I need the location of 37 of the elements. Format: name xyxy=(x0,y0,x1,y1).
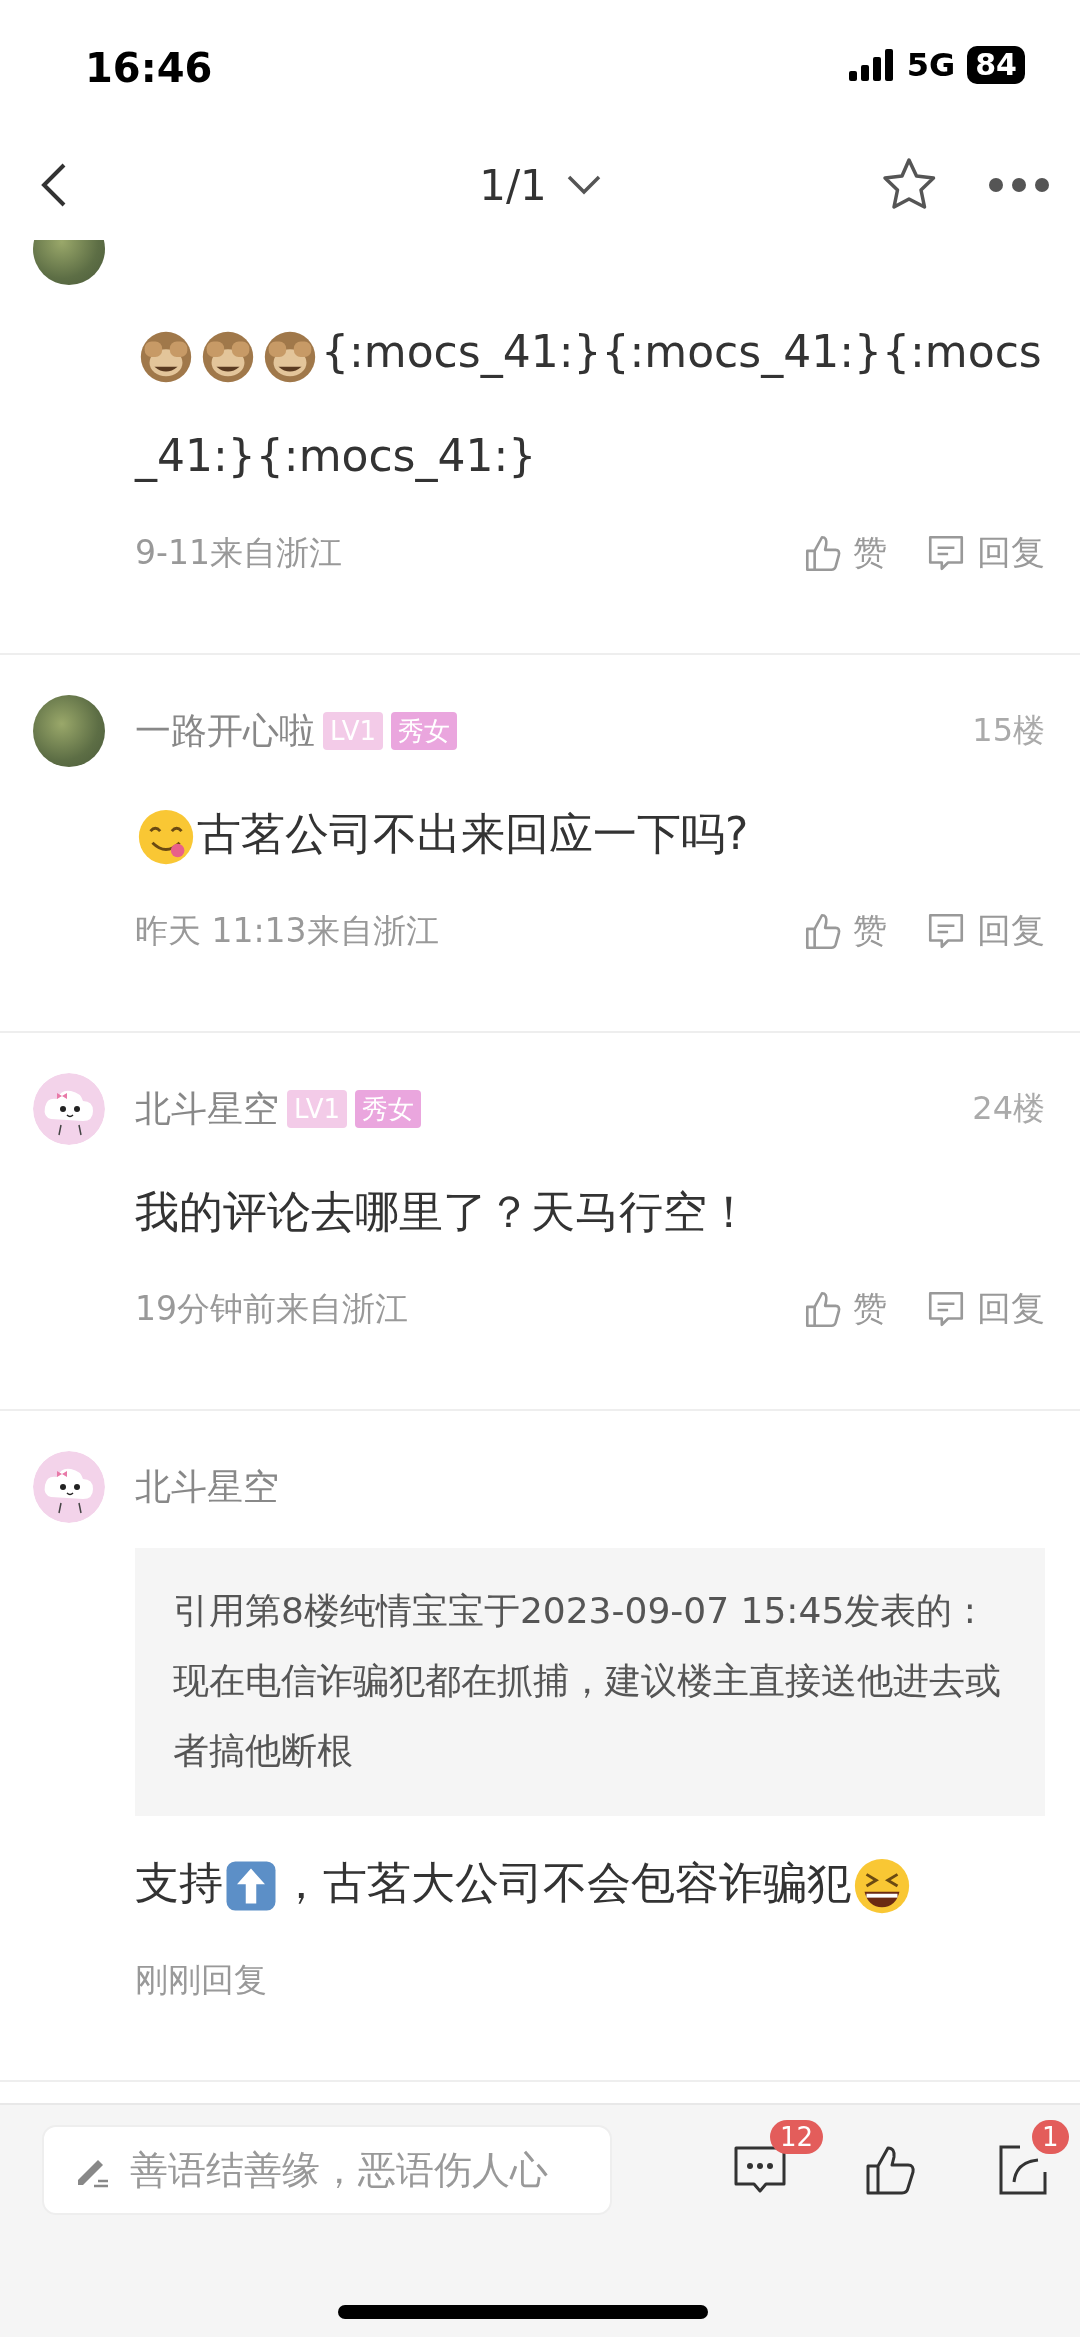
like-button[interactable]: 赞 xyxy=(801,530,887,576)
user-name[interactable]: 一路开心啦 xyxy=(135,706,315,756)
comment-text: 我的评论去哪里了？天马行空！ xyxy=(135,1186,751,1237)
more-icon[interactable] xyxy=(988,177,1050,193)
cloud-avatar-icon[interactable] xyxy=(33,1073,105,1145)
reply-button[interactable]: 回复 xyxy=(925,1286,1045,1332)
user-name[interactable]: 北斗星空 xyxy=(135,1084,279,1134)
comment-text: ，古茗大公司不会包容诈骗犯 xyxy=(279,1857,851,1908)
back-icon[interactable] xyxy=(40,161,68,209)
signal-icon xyxy=(848,49,895,81)
comment-text: 支持 xyxy=(135,1857,223,1908)
network-type: 5G xyxy=(906,46,956,84)
chevron-down-icon[interactable] xyxy=(566,175,601,195)
comment-text: {:mocs_41:}{:mocs_41:}{:mocs xyxy=(321,326,1042,377)
comment-input-field[interactable]: 善语结善缘，恶语伤人心 xyxy=(42,2125,612,2215)
comment-meta: 19分钟前来自浙江 xyxy=(135,1287,408,1330)
user-badge: 秀女 xyxy=(354,1090,421,1128)
cloud-avatar-icon[interactable] xyxy=(33,1451,105,1523)
floor-number: 15楼 xyxy=(972,710,1045,751)
comment-text: 古茗公司不出来回应一下吗? xyxy=(197,808,749,859)
battery-level: 84 xyxy=(967,46,1025,84)
reply-button[interactable]: 回复 xyxy=(925,908,1045,954)
comment-meta: 刚刚回复 xyxy=(135,1958,267,2001)
share-count: 1 xyxy=(1032,2120,1069,2154)
like-button[interactable]: 赞 xyxy=(801,1286,887,1332)
status-time: 16:46 xyxy=(85,44,213,91)
comment-meta: 9-11来自浙江 xyxy=(135,531,342,574)
comment-count: 12 xyxy=(770,2120,824,2154)
user-name[interactable]: 北斗星空 xyxy=(135,1462,279,1512)
quoted-comment: 引用第8楼纯情宝宝于2023-09-07 15:45发表的 :现在电信诈骗犯都在抓捕，建议楼主直接送他进去或者搞他断根 xyxy=(135,1548,1045,1816)
like-button[interactable]: 赞 xyxy=(801,908,887,954)
floor-number: 24楼 xyxy=(972,1088,1045,1129)
reply-button[interactable]: 回复 xyxy=(925,530,1045,576)
user-badge: 秀女 xyxy=(390,712,457,750)
comment-meta: 昨天 11:13来自浙江 xyxy=(135,909,439,952)
page-indicator[interactable]: 1/1 xyxy=(479,160,547,210)
comment-text: _41:}{:mocs_41:} xyxy=(135,430,537,481)
